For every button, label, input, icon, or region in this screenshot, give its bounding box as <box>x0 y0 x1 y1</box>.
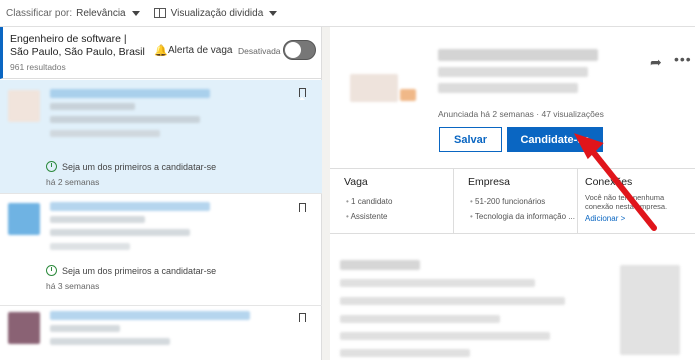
company-name <box>50 325 120 332</box>
description-text <box>340 315 500 323</box>
description-text <box>340 349 470 357</box>
job-title[interactable] <box>50 311 250 320</box>
job-location <box>438 83 578 93</box>
alert-status: Desativada <box>238 46 281 56</box>
clock-icon <box>46 161 57 172</box>
insight-title: Conexões <box>585 176 633 188</box>
job-alert-toggle[interactable] <box>283 40 316 60</box>
bookmark-icon[interactable] <box>299 88 306 100</box>
bookmark-icon[interactable] <box>299 203 306 215</box>
job-alert-label: Alerta de vaga <box>168 45 233 56</box>
insight-vaga: Vaga 1 candidato Assistente <box>330 169 454 233</box>
job-location <box>50 338 170 345</box>
posted-time: há 3 semanas <box>46 281 100 291</box>
job-card[interactable]: Seja um dos primeiros a candidatar-se há… <box>0 80 322 194</box>
company-logo <box>350 74 398 102</box>
insight-title: Empresa <box>468 176 511 188</box>
bookmark-icon[interactable] <box>299 313 306 325</box>
search-title: Engenheiro de software | São Paulo, São … <box>10 33 145 58</box>
insight-item: 1 candidato <box>346 197 453 206</box>
results-count: 961 resultados <box>10 62 66 72</box>
connections-text: Você não tem nenhuma conexão nesta empre… <box>585 193 668 211</box>
company-logo <box>8 203 40 235</box>
insight-item: Assistente <box>346 212 453 221</box>
description-text <box>340 332 550 340</box>
company-name <box>50 216 145 223</box>
description-text <box>340 279 535 287</box>
sort-dropdown[interactable]: Relevância <box>76 8 125 19</box>
save-button[interactable]: Salvar <box>439 127 502 152</box>
job-title[interactable] <box>50 202 210 211</box>
description-text <box>340 260 420 270</box>
insight-conexoes: Conexões Você não tem nenhuma conexão ne… <box>578 169 695 233</box>
posted-info: Anunciada há 2 semanas · 47 visualizaçõe… <box>438 109 604 119</box>
note-text: Seja um dos primeiros a candidatar-se <box>62 265 217 276</box>
description-text <box>340 297 565 305</box>
job-meta <box>50 130 160 137</box>
early-applicant-note: Seja um dos primeiros a candidatar-se <box>46 265 216 276</box>
company-logo <box>8 312 40 344</box>
top-toolbar: Classificar por: Relevância Visualização… <box>0 0 695 27</box>
insight-item: 51-200 funcionários <box>470 197 577 206</box>
view-dropdown[interactable]: Visualização dividida <box>171 8 264 19</box>
insight-title: Vaga <box>344 176 368 188</box>
apply-button[interactable]: Candidate-se <box>507 127 603 152</box>
insight-item: Tecnologia da informação ... <box>470 212 577 221</box>
company-name <box>438 67 588 77</box>
job-location <box>50 116 200 123</box>
sort-label: Classificar por: <box>6 7 73 19</box>
insight-empresa: Empresa 51-200 funcionários Tecnologia d… <box>454 169 578 233</box>
add-connections-link[interactable]: Adicionar > <box>585 214 695 223</box>
side-panel-content <box>620 265 680 355</box>
chevron-down-icon[interactable] <box>131 10 140 16</box>
company-logo <box>8 90 40 122</box>
job-detail-panel: Anunciada há 2 semanas · 47 visualizaçõe… <box>330 27 695 360</box>
more-options-icon[interactable]: ••• <box>674 51 692 67</box>
job-title <box>438 49 598 61</box>
posted-time: há 2 semanas <box>46 177 100 187</box>
job-card[interactable] <box>0 307 322 360</box>
early-applicant-note: Seja um dos primeiros a candidatar-se <box>46 161 216 172</box>
search-header: Engenheiro de software | São Paulo, São … <box>0 27 322 79</box>
job-list-panel: Engenheiro de software | São Paulo, São … <box>0 27 322 360</box>
job-insights: Vaga 1 candidato Assistente Empresa 51-2… <box>330 168 695 234</box>
company-logo-accent <box>400 89 416 101</box>
bell-icon: 🔔 <box>154 45 168 57</box>
split-view-icon <box>153 8 166 18</box>
job-location <box>50 229 190 236</box>
chevron-down-icon[interactable] <box>269 10 278 16</box>
job-card[interactable]: Seja um dos primeiros a candidatar-se há… <box>0 195 322 306</box>
note-text: Seja um dos primeiros a candidatar-se <box>62 161 217 172</box>
company-name <box>50 103 135 110</box>
job-title[interactable] <box>50 89 210 98</box>
clock-icon <box>46 265 57 276</box>
job-meta <box>50 243 130 250</box>
share-icon[interactable]: ➦ <box>650 54 662 71</box>
